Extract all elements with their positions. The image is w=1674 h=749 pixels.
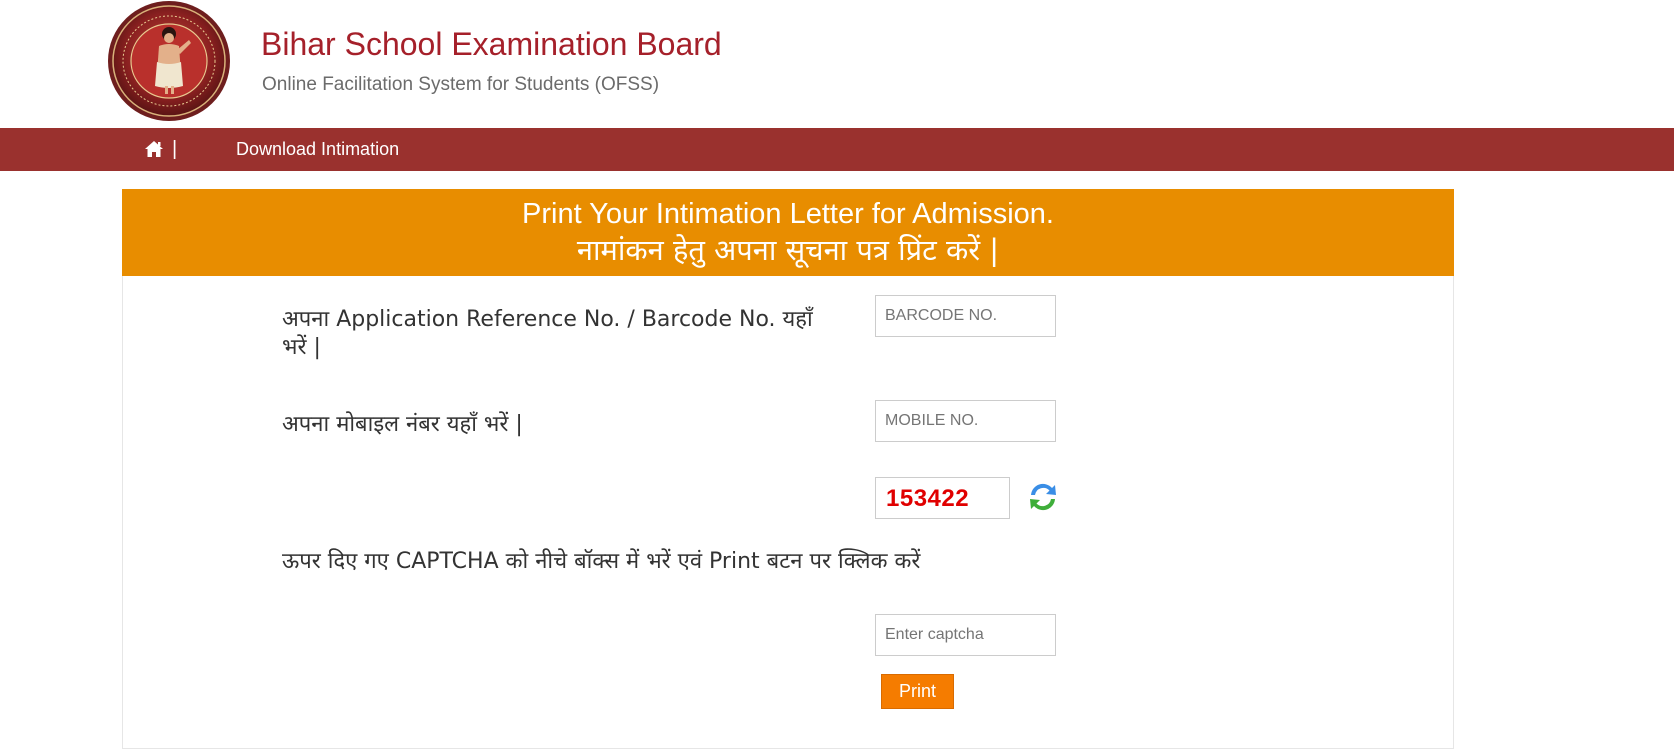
site-header: Bihar School Examination Board Online Fa…	[0, 0, 1674, 128]
banner-title-hindi: नामांकन हेतु अपना सूचना पत्र प्रिंट करें…	[576, 233, 1000, 267]
home-icon[interactable]	[143, 138, 165, 160]
barcode-label: अपना Application Reference No. / Barcode…	[282, 307, 813, 360]
site-title: Bihar School Examination Board	[261, 26, 722, 62]
refresh-icon[interactable]	[1025, 479, 1061, 515]
captcha-input[interactable]	[875, 614, 1056, 656]
banner-title-english: Print Your Intimation Letter for Admissi…	[522, 198, 1054, 230]
site-subtitle: Online Facilitation System for Students …	[262, 74, 660, 95]
nav-download-intimation[interactable]: Download Intimation	[236, 138, 399, 160]
main-navbar: | Download Intimation	[0, 128, 1674, 171]
captcha-image: 153422	[875, 477, 1010, 519]
captcha-instruction: ऊपर दिए गए CAPTCHA को नीचे बॉक्स में भरे…	[282, 549, 921, 574]
mobile-input[interactable]	[875, 400, 1056, 442]
page-banner: Print Your Intimation Letter for Admissi…	[122, 189, 1454, 276]
bseb-logo	[108, 1, 230, 121]
barcode-input[interactable]	[875, 295, 1056, 337]
captcha-code: 153422	[886, 485, 970, 512]
print-button[interactable]: Print	[881, 674, 954, 709]
mobile-label: अपना मोबाइल नंबर यहाँ भरें |	[282, 412, 523, 437]
nav-separator: |	[172, 138, 178, 160]
